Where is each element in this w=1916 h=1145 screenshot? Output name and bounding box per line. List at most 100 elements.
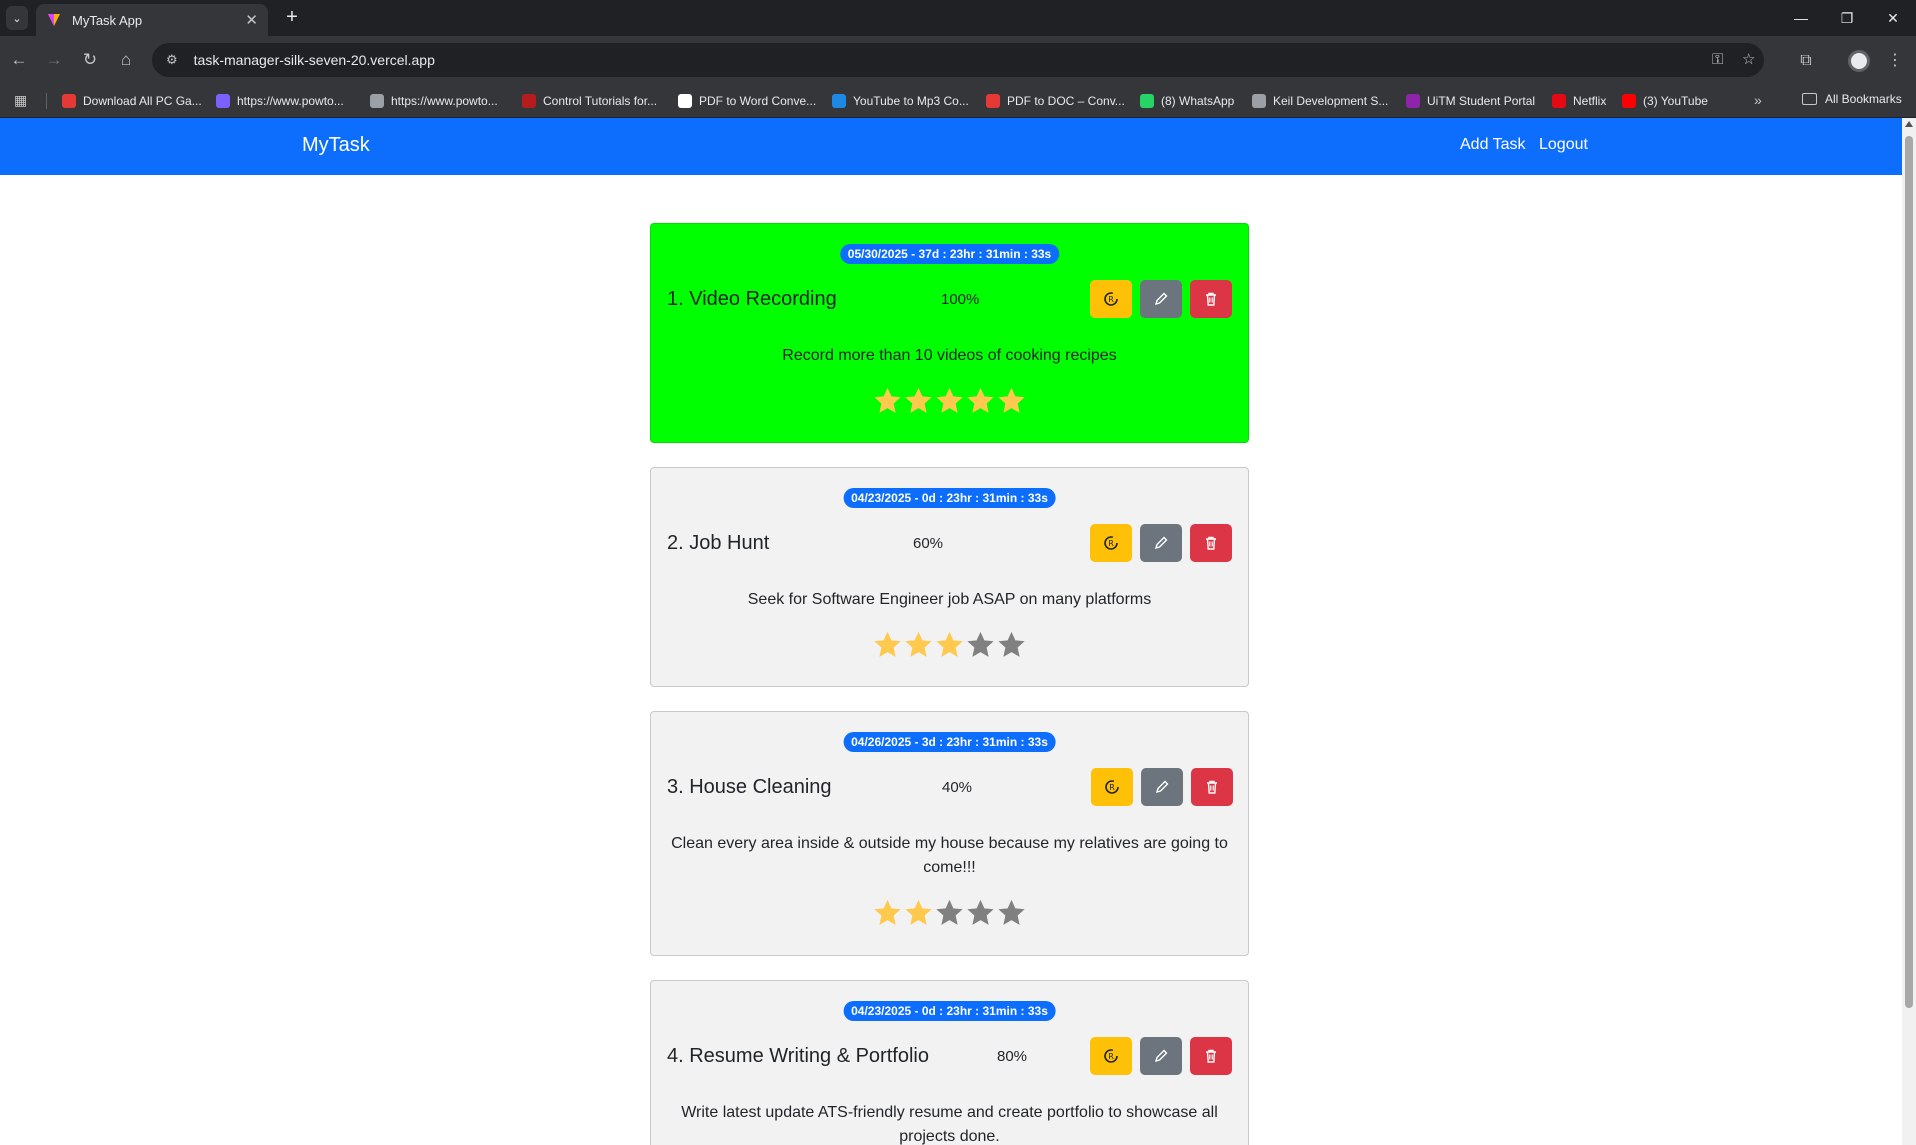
task-title: 1. Video Recording: [667, 288, 837, 310]
scroll-up-icon[interactable]: [1905, 121, 1913, 127]
bookmark-item[interactable]: Download All PC Ga...: [62, 92, 202, 110]
task-description: Write latest update ATS-friendly resume …: [681, 1104, 1218, 1145]
add-task-link[interactable]: Add Task: [1460, 136, 1526, 154]
back-icon[interactable]: ←: [7, 48, 31, 72]
progress-icon: R: [1104, 1049, 1118, 1063]
star-filled-icon[interactable]: [966, 386, 996, 416]
extensions-icon[interactable]: ⧉: [1793, 48, 1819, 74]
edit-button[interactable]: [1140, 524, 1182, 562]
star-filled-icon[interactable]: [904, 386, 934, 416]
bookmark-item[interactable]: PDF to Word Conve...: [678, 92, 816, 110]
app-favicon-icon: [48, 14, 60, 26]
tab-search-button[interactable]: ⌄: [6, 6, 28, 30]
menu-dots-icon[interactable]: ⋮: [1882, 48, 1908, 74]
bookmark-favicon-icon: [678, 94, 692, 108]
more-bookmarks-icon[interactable]: »: [1754, 92, 1762, 108]
active-tab[interactable]: MyTask App ✕: [36, 4, 268, 36]
star-filled-icon[interactable]: [904, 898, 934, 928]
bookmark-item[interactable]: Keil Development S...: [1252, 92, 1388, 110]
password-key-icon[interactable]: ⚿: [1712, 43, 1723, 77]
progress-button[interactable]: R: [1091, 768, 1133, 806]
tab-strip: ⌄ MyTask App ✕ + — ❐ ✕: [0, 0, 1916, 36]
star-filled-icon[interactable]: [873, 630, 903, 660]
task-progress: 60%: [913, 535, 944, 552]
rating-stars[interactable]: [872, 386, 1027, 416]
edit-button[interactable]: [1140, 280, 1182, 318]
home-icon[interactable]: ⌂: [114, 48, 138, 72]
bookmark-favicon-icon: [986, 94, 1000, 108]
bookmark-item[interactable]: PDF to DOC – Conv...: [986, 92, 1125, 110]
rating-stars[interactable]: [872, 630, 1027, 660]
pencil-icon: [1154, 292, 1168, 306]
bookmark-item[interactable]: https://www.powto...: [370, 92, 498, 110]
star-filled-icon[interactable]: [935, 386, 965, 416]
close-window-button[interactable]: ✕: [1870, 6, 1916, 30]
star-filled-icon[interactable]: [873, 386, 903, 416]
star-empty-icon[interactable]: [997, 630, 1027, 660]
bookmark-item[interactable]: Netflix: [1552, 92, 1606, 110]
rating-stars[interactable]: [872, 898, 1027, 928]
star-filled-icon[interactable]: [997, 386, 1027, 416]
star-empty-icon[interactable]: [966, 898, 996, 928]
minimize-button[interactable]: —: [1778, 6, 1824, 30]
bookmark-item[interactable]: Control Tutorials for...: [522, 92, 657, 110]
bookmark-label: PDF to Word Conve...: [699, 94, 817, 108]
delete-button[interactable]: [1190, 1037, 1232, 1075]
bookmark-item[interactable]: https://www.powto...: [216, 92, 344, 110]
apps-grid-icon[interactable]: ▦: [14, 92, 27, 109]
bookmark-star-icon[interactable]: ☆: [1742, 43, 1755, 77]
progress-button[interactable]: R: [1090, 1037, 1132, 1075]
bookmark-favicon-icon: [1552, 94, 1566, 108]
brand-logo[interactable]: MyTask: [302, 134, 370, 157]
bookmark-favicon-icon: [370, 94, 384, 108]
progress-icon: R: [1104, 536, 1118, 550]
star-filled-icon[interactable]: [873, 898, 903, 928]
close-tab-icon[interactable]: ✕: [245, 11, 258, 29]
star-empty-icon[interactable]: [997, 898, 1027, 928]
delete-button[interactable]: [1190, 280, 1232, 318]
bookmark-label: Keil Development S...: [1273, 94, 1389, 108]
forward-icon[interactable]: →: [42, 48, 66, 72]
progress-button[interactable]: R: [1090, 280, 1132, 318]
logout-link[interactable]: Logout: [1539, 136, 1588, 154]
trash-icon: [1207, 780, 1217, 794]
bookmark-favicon-icon: [1406, 94, 1420, 108]
profile-avatar[interactable]: [1848, 50, 1870, 72]
all-bookmarks-label: All Bookmarks: [1825, 92, 1902, 106]
site-info-icon[interactable]: ⚙: [166, 52, 178, 68]
trash-icon: [1206, 1049, 1216, 1063]
svg-text:R: R: [1108, 1052, 1114, 1061]
reload-icon[interactable]: ↻: [78, 48, 102, 72]
scroll-thumb[interactable]: [1905, 136, 1913, 1008]
progress-icon: R: [1105, 780, 1119, 794]
task-progress: 40%: [942, 779, 973, 796]
page-viewport: MyTask Add Task Logout 05/30/2025 - 37d …: [0, 118, 1902, 1145]
page-scrollbar[interactable]: [1902, 118, 1916, 1145]
all-bookmarks-button[interactable]: All Bookmarks: [1802, 92, 1902, 106]
bookmark-item[interactable]: YouTube to Mp3 Co...: [832, 92, 969, 110]
restore-button[interactable]: ❐: [1824, 6, 1870, 30]
new-tab-button[interactable]: +: [280, 6, 304, 30]
browser-toolbar: ← → ↻ ⌂ ⚙ task-manager-silk-seven-20.ver…: [0, 36, 1916, 84]
bookmark-label: (8) WhatsApp: [1161, 94, 1235, 108]
bookmark-label: Download All PC Ga...: [83, 94, 202, 108]
star-empty-icon[interactable]: [966, 630, 996, 660]
svg-text:R: R: [1108, 295, 1114, 304]
svg-text:R: R: [1109, 783, 1115, 792]
address-bar[interactable]: ⚙ task-manager-silk-seven-20.vercel.app …: [152, 43, 1764, 77]
delete-button[interactable]: [1191, 768, 1233, 806]
bookmark-item[interactable]: (3) YouTube: [1622, 92, 1708, 110]
star-filled-icon[interactable]: [904, 630, 934, 660]
bookmark-item[interactable]: UiTM Student Portal: [1406, 92, 1535, 110]
star-filled-icon[interactable]: [935, 630, 965, 660]
bookmarks-bar: ▦ Download All PC Ga... https://www.powt…: [0, 84, 1916, 118]
chevron-down-icon: ⌄: [12, 12, 22, 25]
deadline-badge: 04/23/2025 - 0d : 23hr : 31min : 33s: [843, 1001, 1056, 1021]
delete-button[interactable]: [1190, 524, 1232, 562]
bookmark-item[interactable]: (8) WhatsApp: [1140, 92, 1234, 110]
star-empty-icon[interactable]: [935, 898, 965, 928]
progress-button[interactable]: R: [1090, 524, 1132, 562]
edit-button[interactable]: [1141, 768, 1183, 806]
edit-button[interactable]: [1140, 1037, 1182, 1075]
task-title: 4. Resume Writing & Portfolio: [667, 1045, 929, 1067]
